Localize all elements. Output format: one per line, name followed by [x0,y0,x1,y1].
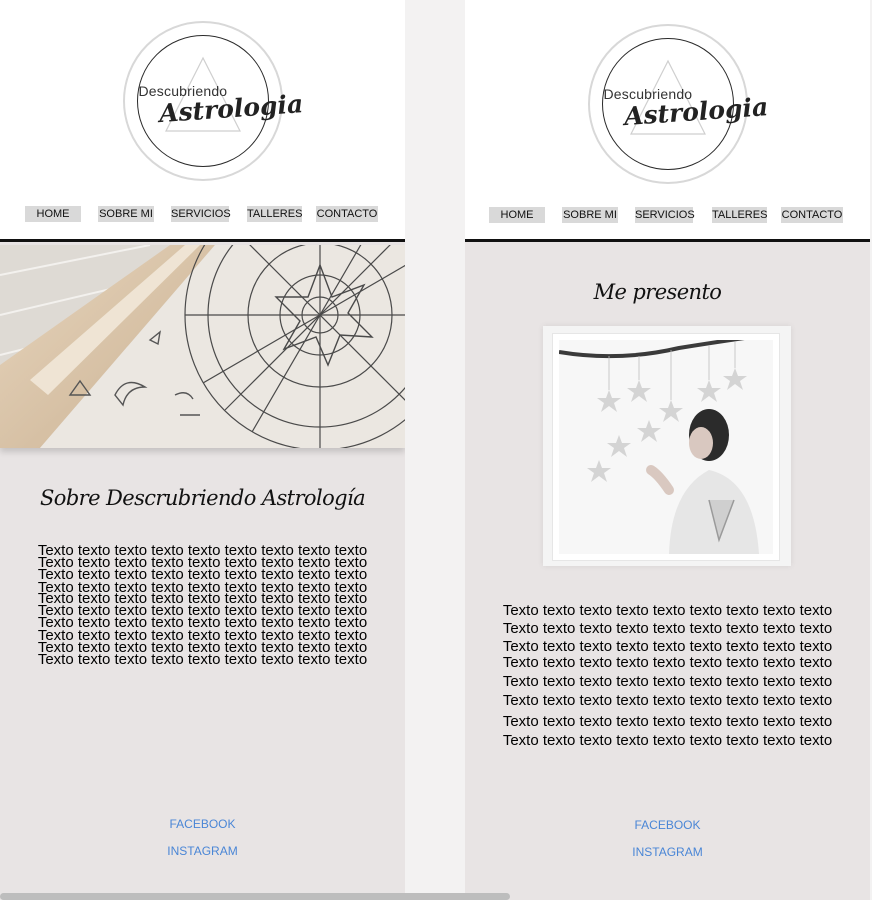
nav-home[interactable]: HOME [25,206,81,222]
horizontal-scrollbar[interactable] [0,893,510,900]
section-heading: Me presento [593,280,722,304]
text-line: Texto texto texto texto texto texto text… [502,638,833,655]
text-line: Texto texto texto texto texto texto text… [37,651,368,668]
text-line: Texto texto texto texto texto texto text… [502,620,833,637]
logo[interactable]: Descubriendo Astrologia [122,21,304,181]
site-header: Descubriendo Astrologia HOME SOBRE MI SE… [465,0,870,242]
page-sobre-descubriendo: Descubriendo Astrologia HOME SOBRE MI SE… [0,0,405,900]
facebook-link[interactable]: FACEBOOK [0,817,405,831]
profile-photo [552,333,780,561]
text-line: Texto texto texto texto texto texto text… [502,692,833,709]
profile-photo-frame [543,326,791,566]
nav-servicios[interactable]: SERVICIOS [171,206,231,222]
text-line: Texto texto texto texto texto texto text… [502,732,833,749]
site-header: Descubriendo Astrologia HOME SOBRE MI SE… [0,0,405,242]
main-nav: HOME SOBRE MI SERVICIOS TALLERES CONTACT… [465,207,870,223]
nav-contacto[interactable]: CONTACTO [316,206,378,222]
text-line: Texto texto texto texto texto texto text… [502,713,833,730]
nav-sobre-mi[interactable]: SOBRE MI [98,206,154,222]
hero-image-astrology-chart [0,245,405,448]
nav-talleres[interactable]: TALLERES [712,207,767,223]
design-canvas: Descubriendo Astrologia HOME SOBRE MI SE… [0,0,872,900]
nav-sobre-mi[interactable]: SOBRE MI [562,207,618,223]
nav-servicios[interactable]: SERVICIOS [635,207,695,223]
nav-home[interactable]: HOME [489,207,545,223]
logo[interactable]: Descubriendo Astrologia [587,24,769,184]
nav-contacto[interactable]: CONTACTO [781,207,843,223]
instagram-link[interactable]: INSTAGRAM [465,845,870,859]
page-me-presento: Descubriendo Astrologia HOME SOBRE MI SE… [465,0,870,900]
text-line: Texto texto texto texto texto texto text… [502,602,833,619]
text-line: Texto texto texto texto texto texto text… [502,654,833,671]
text-line: Texto texto texto texto texto texto text… [502,673,833,690]
section-heading: Sobre Descrubriendo Astrología [40,486,366,510]
main-nav: HOME SOBRE MI SERVICIOS TALLERES CONTACT… [0,206,405,222]
woman-with-stars-illustration [559,340,773,554]
nav-talleres[interactable]: TALLERES [247,206,302,222]
instagram-link[interactable]: INSTAGRAM [0,844,405,858]
astrology-chart-illustration [0,245,405,448]
facebook-link[interactable]: FACEBOOK [465,818,870,832]
